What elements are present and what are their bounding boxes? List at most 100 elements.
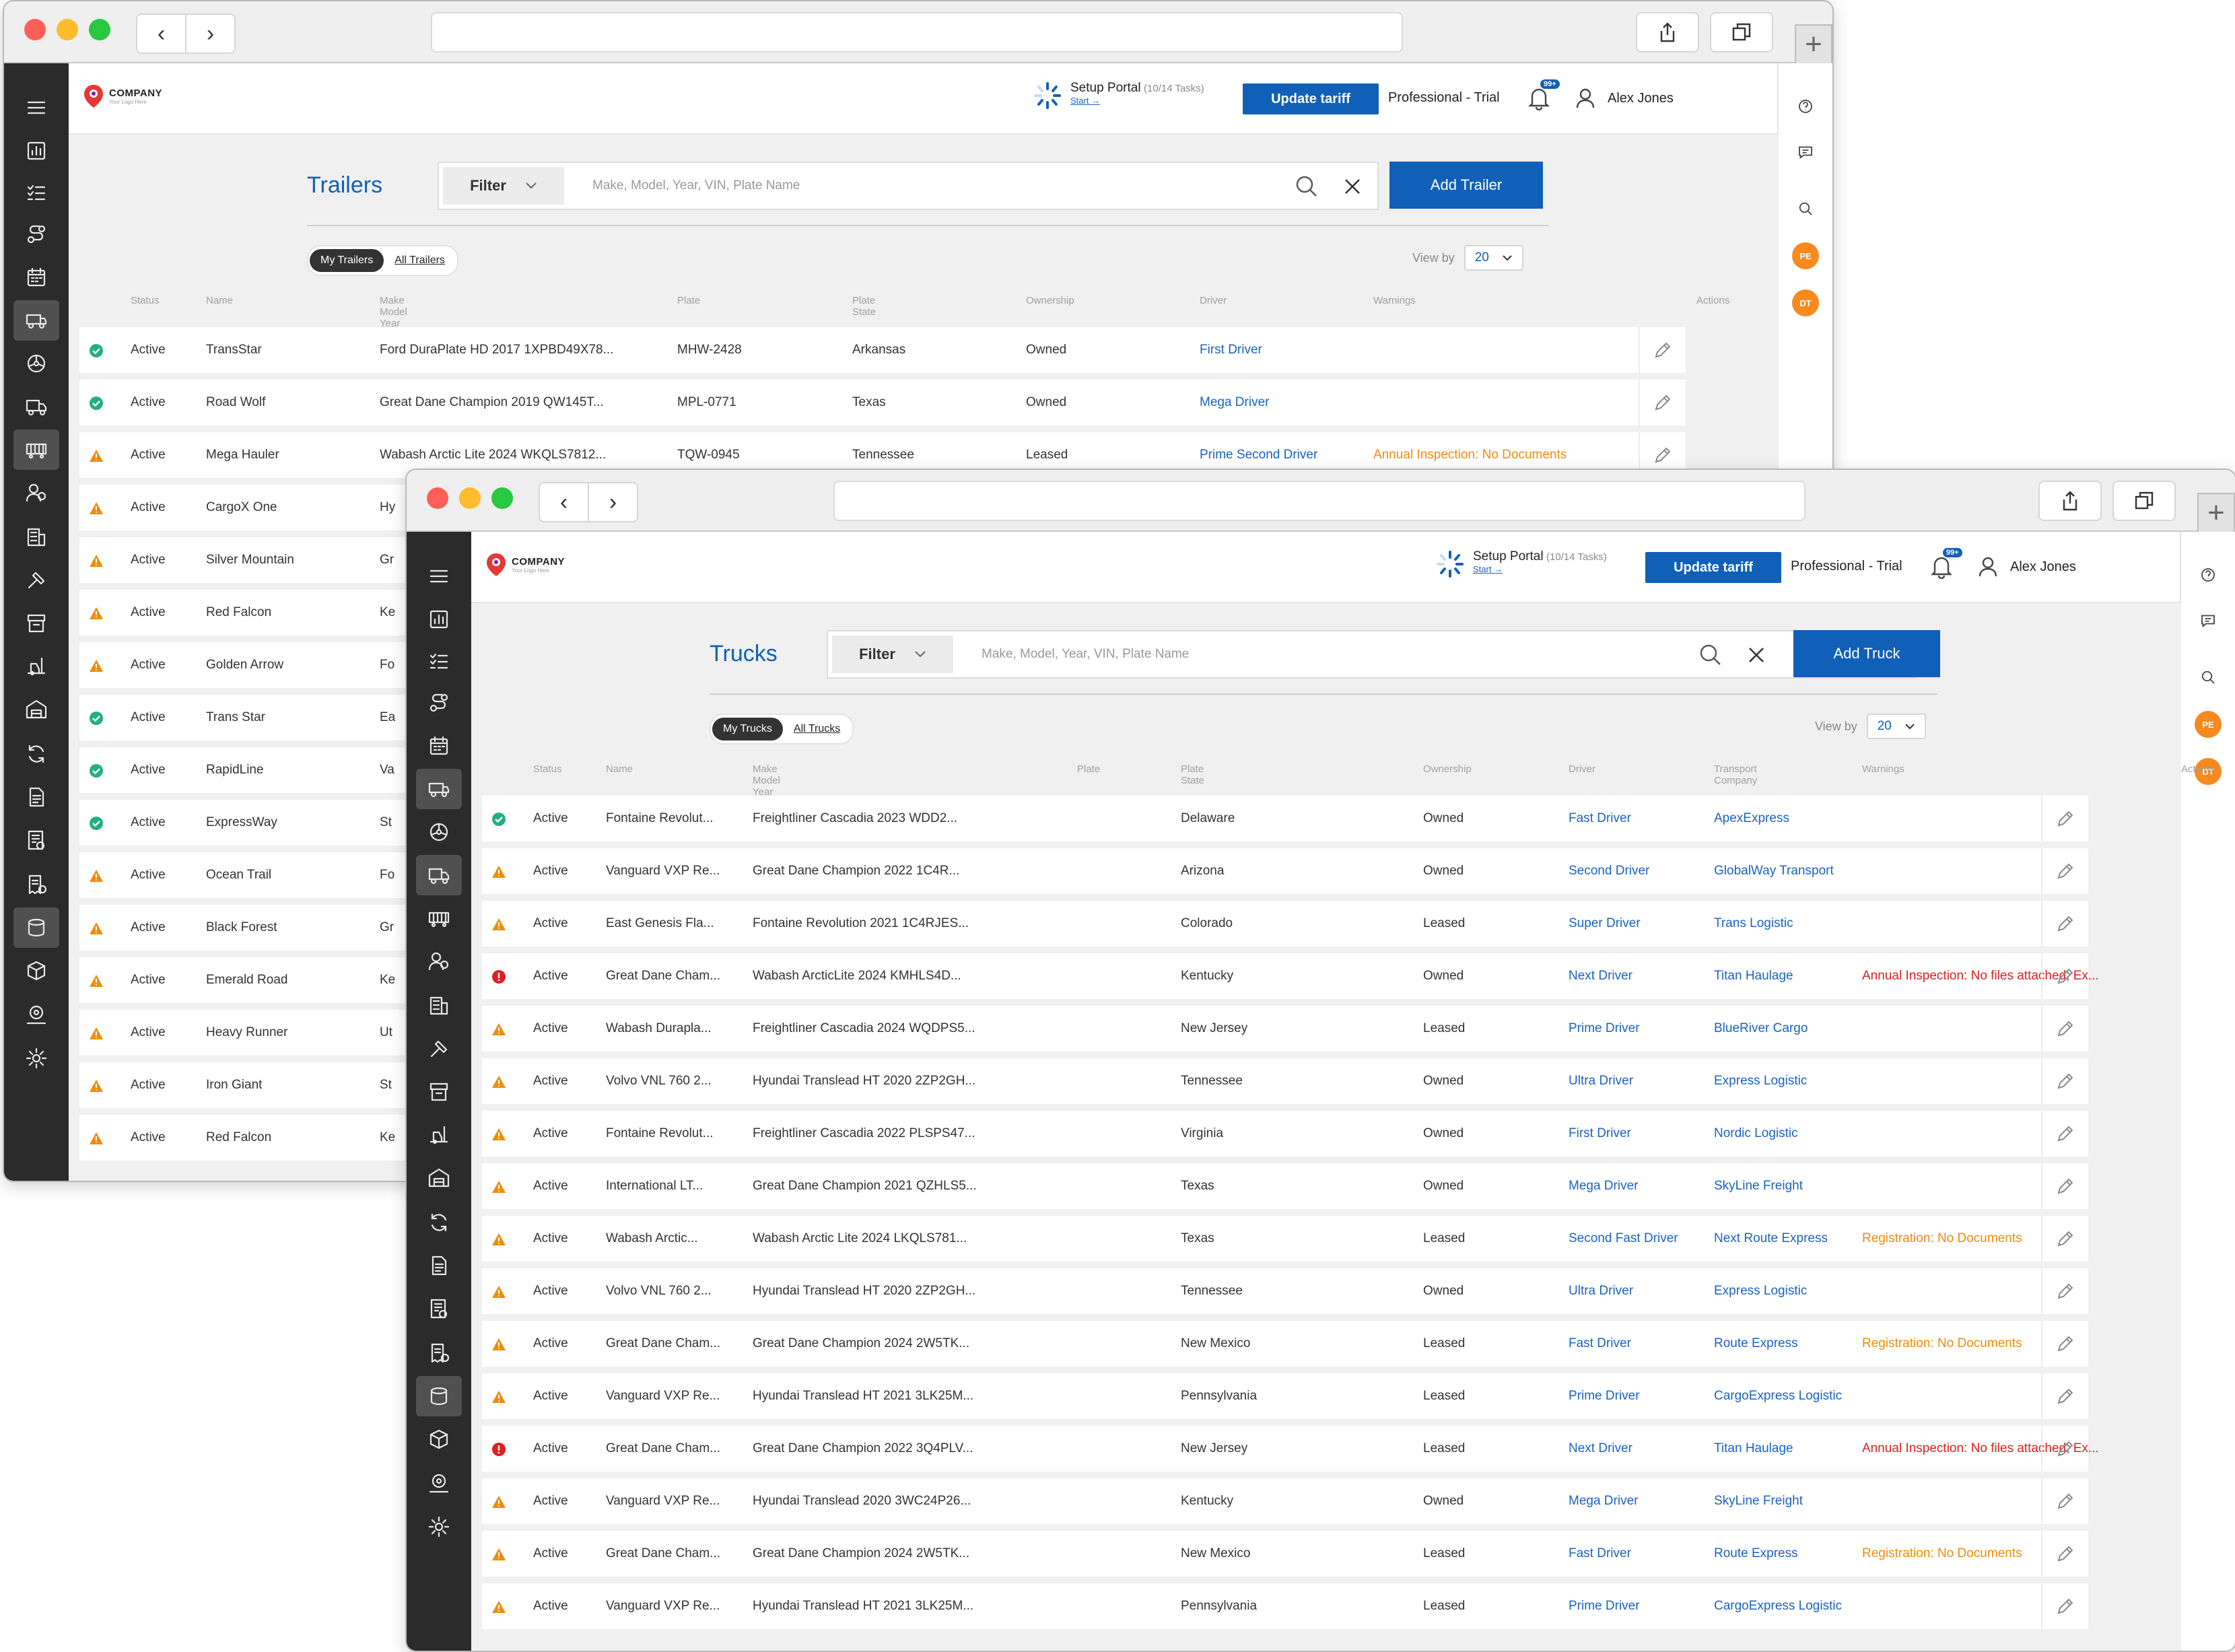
sidebar-item-trailer[interactable] (416, 769, 462, 809)
table-row[interactable]: Active East Genesis Fla... Fontaine Revolu… (482, 901, 2088, 947)
sidebar-item-dashboard[interactable] (416, 599, 462, 640)
edit-button[interactable] (2041, 1373, 2088, 1419)
sidebar-item-checklist[interactable] (416, 641, 462, 681)
update-tariff-button[interactable]: Update tariff (1243, 83, 1379, 114)
edit-button[interactable] (2041, 1006, 2088, 1052)
help-button[interactable] (2195, 561, 2222, 588)
sidebar-item-calendar[interactable] (416, 726, 462, 766)
sidebar-item-sync[interactable] (416, 1202, 462, 1243)
chat-button[interactable] (1792, 139, 1819, 166)
search-input[interactable]: Make, Model, Year, VIN, Plate Name (982, 631, 1189, 677)
transport-company-link[interactable]: Titan Haulage (1714, 953, 1855, 999)
new-tab-button[interactable]: + (1795, 24, 1832, 65)
user-menu[interactable]: Alex Jones (1575, 88, 1674, 109)
sidebar-item-reports[interactable] (416, 1288, 462, 1329)
driver-link[interactable]: Ultra Driver (1569, 1058, 1703, 1104)
column-header-plate[interactable]: Plate (677, 295, 700, 306)
sidebar-item-invoice[interactable] (13, 864, 59, 905)
sidebar-item-archive[interactable] (13, 603, 59, 644)
sidebar-item-drivers[interactable] (13, 473, 59, 513)
sidebar-item-buildings[interactable] (416, 986, 462, 1026)
transport-company-link[interactable]: Express Logistic (1714, 1058, 1855, 1104)
sidebar-item-checklist[interactable] (13, 172, 59, 213)
edit-button[interactable] (2041, 1531, 2088, 1577)
transport-company-link[interactable]: SkyLine Freight (1714, 1163, 1855, 1209)
edit-button[interactable] (2041, 1058, 2088, 1104)
sidebar-item-dashboard[interactable] (13, 131, 59, 171)
sidebar-item-package[interactable] (13, 951, 59, 991)
back-button[interactable]: ‹ (540, 483, 589, 521)
page-size-select[interactable]: 20 (1464, 245, 1523, 271)
sidebar-item-storage[interactable] (13, 907, 59, 948)
sidebar-item-container[interactable] (416, 898, 462, 938)
forward-button[interactable]: › (186, 15, 234, 53)
sidebar-item-menu[interactable] (416, 556, 462, 596)
transport-company-link[interactable]: ApexExpress (1714, 796, 1855, 841)
transport-company-link[interactable]: GlobalWay Transport (1714, 848, 1855, 894)
filter-dropdown[interactable]: Filter (443, 167, 564, 205)
sidebar-item-drivers[interactable] (416, 941, 462, 982)
edit-button[interactable] (1639, 327, 1686, 373)
edit-button[interactable] (2041, 901, 2088, 947)
driver-link[interactable]: Second Fast Driver (1569, 1216, 1703, 1262)
sidebar-item-location[interactable] (416, 1464, 462, 1504)
add-trailer-button[interactable]: Add Trailer (1389, 162, 1543, 209)
close-window-button[interactable] (427, 487, 448, 509)
column-header-name[interactable]: Name (606, 763, 633, 775)
transport-company-link[interactable]: Trans Logistic (1714, 901, 1855, 947)
transport-company-link[interactable]: Route Express (1714, 1531, 1855, 1577)
sidebar-item-warehouse[interactable] (13, 689, 59, 730)
transport-company-link[interactable]: CargoExpress Logistic (1714, 1373, 1855, 1419)
table-row[interactable]: Active Great Dane Cham... Great Dane Champ… (482, 1321, 2088, 1367)
driver-link[interactable]: Next Driver (1569, 1426, 1703, 1472)
edit-button[interactable] (2041, 1478, 2088, 1524)
maximize-window-button[interactable] (89, 19, 110, 40)
table-row[interactable]: Active Wabash Durapla... Freightliner Casc… (482, 1006, 2088, 1052)
edit-button[interactable] (2041, 1268, 2088, 1314)
driver-link[interactable]: Fast Driver (1569, 1531, 1703, 1577)
help-button[interactable] (1792, 93, 1819, 120)
driver-link[interactable]: Prime Driver (1569, 1373, 1703, 1419)
tab-all-trucks[interactable]: All Trucks (783, 723, 851, 735)
user-badge-pe[interactable]: PE (1792, 242, 1819, 269)
sidebar-item-location[interactable] (13, 995, 59, 1035)
column-header-driver[interactable]: Driver (1569, 763, 1595, 775)
transport-company-link[interactable]: Express Logistic (1714, 1268, 1855, 1314)
sidebar-item-storage[interactable] (416, 1376, 462, 1416)
sidebar-item-tools[interactable] (416, 1029, 462, 1069)
driver-link[interactable]: Mega Driver (1569, 1478, 1703, 1524)
column-header-status[interactable]: Status (131, 295, 160, 306)
sidebar-item-tools[interactable] (13, 560, 59, 600)
add-truck-button[interactable]: Add Truck (1793, 630, 1940, 677)
user-badge-dt[interactable]: DT (1792, 289, 1819, 316)
edit-button[interactable] (2041, 796, 2088, 841)
sidebar-item-menu[interactable] (13, 88, 59, 128)
edit-button[interactable] (2041, 1426, 2088, 1472)
search-button[interactable] (1792, 195, 1819, 222)
column-header-actions[interactable]: Actions (2181, 763, 2214, 775)
edit-button[interactable] (2041, 953, 2088, 999)
table-row[interactable]: Active Great Dane Cham... Great Dane Champ… (482, 1531, 2088, 1577)
edit-button[interactable] (2041, 1111, 2088, 1157)
transport-company-link[interactable]: BlueRiver Cargo (1714, 1006, 1855, 1052)
close-window-button[interactable] (24, 19, 46, 40)
tab-my-trailers[interactable]: My Trailers (310, 249, 384, 272)
clear-search-icon[interactable] (1748, 646, 1765, 664)
search-icon[interactable] (1699, 644, 1722, 666)
sidebar-item-routes[interactable] (416, 683, 462, 723)
table-row[interactable]: Active Vanguard VXP Re... Great Dane Champ… (482, 848, 2088, 894)
page-size-select[interactable]: 20 (1866, 714, 1926, 739)
table-row[interactable]: Active Great Dane Cham... Wabash ArcticLit… (482, 953, 2099, 999)
column-header-name[interactable]: Name (206, 295, 233, 306)
driver-link[interactable]: Mega Driver (1569, 1163, 1703, 1209)
column-header-status[interactable]: Status (533, 763, 562, 775)
table-row[interactable]: Active Great Dane Cham... Great Dane Champ… (482, 1426, 2099, 1472)
chat-button[interactable] (2195, 607, 2222, 634)
edit-button[interactable] (2041, 1163, 2088, 1209)
column-header-driver[interactable]: Driver (1200, 295, 1227, 306)
filter-dropdown[interactable]: Filter (832, 635, 953, 673)
back-button[interactable]: ‹ (137, 15, 186, 53)
tab-all-trailers[interactable]: All Trailers (384, 254, 456, 267)
sidebar-item-sync[interactable] (13, 734, 59, 774)
driver-link[interactable]: Mega Driver (1200, 380, 1368, 425)
